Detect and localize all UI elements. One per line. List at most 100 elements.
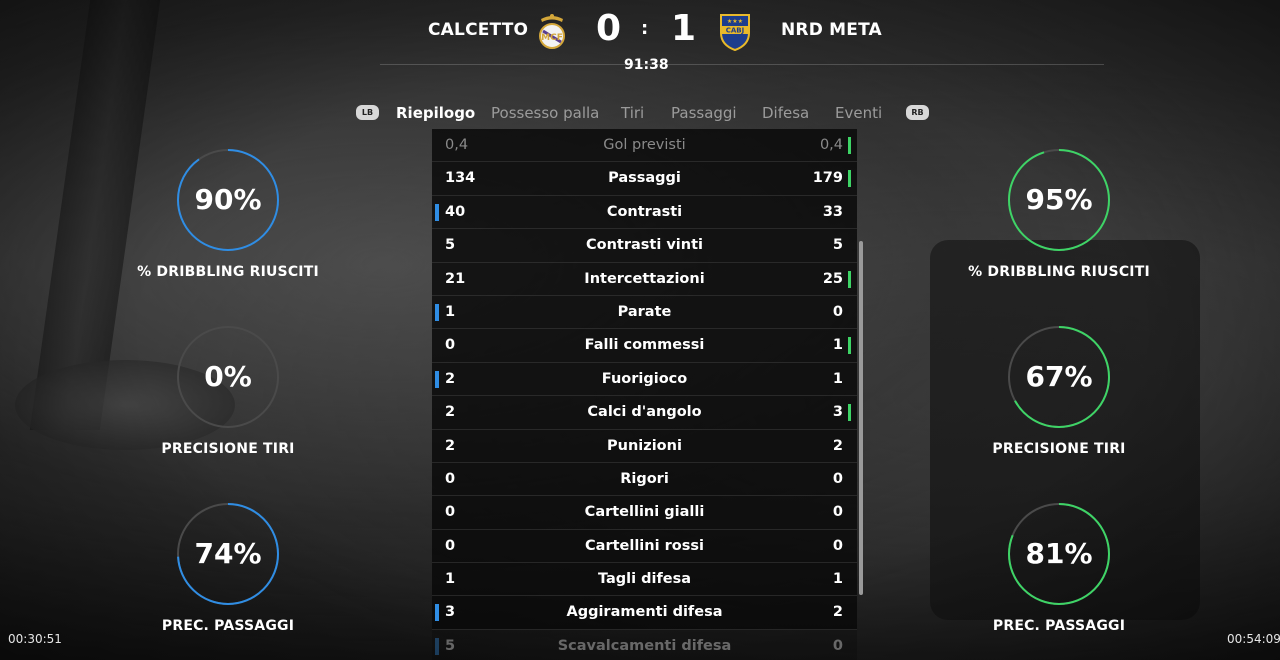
progress-ring: 74%	[176, 502, 280, 606]
table-row: Gol previsti 0,4 0,4	[432, 129, 857, 163]
stat-name: Rigori	[620, 470, 669, 487]
away-score: 1	[671, 8, 697, 49]
match-clock: 91:38	[624, 57, 669, 73]
table-row: Punizioni 2 2	[432, 429, 857, 463]
score-separator: :	[641, 18, 649, 39]
stats-scrollbar[interactable]	[859, 241, 863, 595]
stat-name: Intercettazioni	[584, 270, 705, 287]
progress-ring: 67%	[1007, 325, 1111, 429]
away-stat-dribbling: 95% % DRIBBLING RIUSCITI	[939, 148, 1179, 280]
svg-text:★★★: ★★★	[727, 18, 743, 25]
table-row: Passaggi 134 179	[432, 162, 857, 196]
home-value: 40	[445, 203, 466, 220]
lb-button-icon[interactable]: LB	[356, 105, 379, 120]
table-row: Aggiramenti difesa 3 2	[432, 596, 857, 630]
home-value: 0	[445, 504, 456, 521]
away-value: 0	[832, 537, 843, 554]
home-value: 2	[445, 404, 456, 421]
away-value: 0	[832, 303, 843, 320]
home-team-name: CALCETTO	[428, 20, 529, 40]
scoreboard: CALCETTO MCF 0 : 1 CABJ ★★★ NRD META 91:…	[0, 0, 1280, 80]
home-score: 0	[596, 8, 622, 49]
away-leader-bar	[848, 170, 851, 188]
away-value: 5	[832, 237, 843, 254]
away-leader-bar	[848, 270, 851, 288]
table-row: Scavalcamenti difesa 5 0	[432, 629, 857, 660]
stat-value: 0%	[204, 360, 252, 393]
stat-name: Punizioni	[607, 437, 682, 454]
home-stat-shot-accuracy: 0% PRECISIONE TIRI	[108, 325, 348, 457]
table-row: Tagli difesa 1 1	[432, 563, 857, 597]
home-value: 0	[445, 470, 456, 487]
table-row: Contrasti vinti 5 5	[432, 229, 857, 263]
table-row: Fuorigioco 2 1	[432, 362, 857, 397]
stat-value: 95%	[1025, 183, 1093, 216]
rb-button-icon[interactable]: RB	[906, 105, 929, 120]
stat-name: Cartellini rossi	[585, 537, 704, 554]
away-value: 0	[832, 470, 843, 487]
progress-ring: 81%	[1007, 502, 1111, 606]
table-row: Rigori 0 0	[432, 462, 857, 497]
stat-name: Contrasti vinti	[585, 237, 704, 254]
home-value: 2	[445, 370, 456, 387]
stat-label: PRECISIONE TIRI	[992, 441, 1126, 457]
tab-difesa[interactable]: Difesa	[762, 104, 809, 122]
away-value: 0,4	[819, 137, 843, 153]
tab-tiri[interactable]: Tiri	[621, 104, 644, 122]
away-value: 2	[832, 437, 843, 454]
away-leader-bar	[848, 337, 851, 355]
header-divider	[380, 64, 1104, 65]
progress-ring: 0%	[176, 325, 280, 429]
real-madrid-crest-icon: MCF	[535, 11, 569, 51]
away-value: 1	[832, 571, 843, 588]
tab-riepilogo[interactable]: Riepilogo	[396, 104, 475, 122]
tab-possesso-palla[interactable]: Possesso palla	[491, 104, 599, 122]
progress-ring: 95%	[1007, 148, 1111, 252]
stat-label: PREC. PASSAGGI	[161, 618, 295, 634]
away-value: 33	[822, 203, 843, 220]
table-row: Contrasti 40 33	[432, 195, 857, 230]
away-team-name: NRD META	[781, 20, 882, 40]
home-value: 0	[445, 337, 456, 354]
table-row: Falli commessi 0 1	[432, 329, 857, 363]
home-value: 0	[445, 537, 456, 554]
stat-label: % DRIBBLING RIUSCITI	[137, 264, 319, 280]
stat-name: Fuorigioco	[601, 370, 688, 387]
home-value: 134	[445, 170, 476, 187]
stat-name: Cartellini gialli	[584, 504, 705, 521]
stat-label: PRECISIONE TIRI	[161, 441, 295, 457]
stat-label: PREC. PASSAGGI	[992, 618, 1126, 634]
boca-juniors-crest-icon: CABJ ★★★	[718, 11, 752, 52]
away-leader-bar	[848, 137, 851, 154]
table-row: Cartellini gialli 0 0	[432, 496, 857, 530]
stat-value: 81%	[1025, 537, 1093, 570]
stat-label: % DRIBBLING RIUSCITI	[968, 264, 1150, 280]
home-value: 1	[445, 571, 456, 588]
svg-text:MCF: MCF	[541, 33, 563, 43]
stat-name: Passaggi	[608, 170, 681, 187]
table-row: Intercettazioni 21 25	[432, 262, 857, 296]
stat-name: Scavalcamenti difesa	[557, 637, 732, 654]
match-stats-table[interactable]: Gol previsti 0,4 0,4 Passaggi 134 179 Contrast…	[432, 129, 857, 660]
away-crest-text: CABJ	[726, 27, 745, 35]
stat-name: Contrasti	[606, 203, 683, 220]
stat-name: Tagli difesa	[597, 571, 692, 588]
home-stat-pass-accuracy: 74% PREC. PASSAGGI	[108, 502, 348, 634]
home-value: 21	[445, 270, 466, 287]
stat-name: Parate	[617, 303, 672, 320]
home-value: 2	[445, 437, 456, 454]
home-value: 1	[445, 303, 456, 320]
tab-passaggi[interactable]: Passaggi	[671, 104, 737, 122]
stat-value: 74%	[194, 537, 262, 570]
right-timestamp: 00:54:09	[1227, 632, 1280, 646]
stat-value: 67%	[1025, 360, 1093, 393]
stat-value: 90%	[194, 183, 262, 216]
tab-eventi[interactable]: Eventi	[835, 104, 882, 122]
progress-ring: 90%	[176, 148, 280, 252]
home-value: 5	[445, 637, 456, 654]
away-stat-shot-accuracy: 67% PRECISIONE TIRI	[939, 325, 1179, 457]
table-row: Calci d'angolo 2 3	[432, 396, 857, 430]
stat-name: Aggiramenti difesa	[566, 604, 723, 621]
stat-name: Calci d'angolo	[587, 404, 702, 421]
away-value: 3	[832, 404, 843, 421]
